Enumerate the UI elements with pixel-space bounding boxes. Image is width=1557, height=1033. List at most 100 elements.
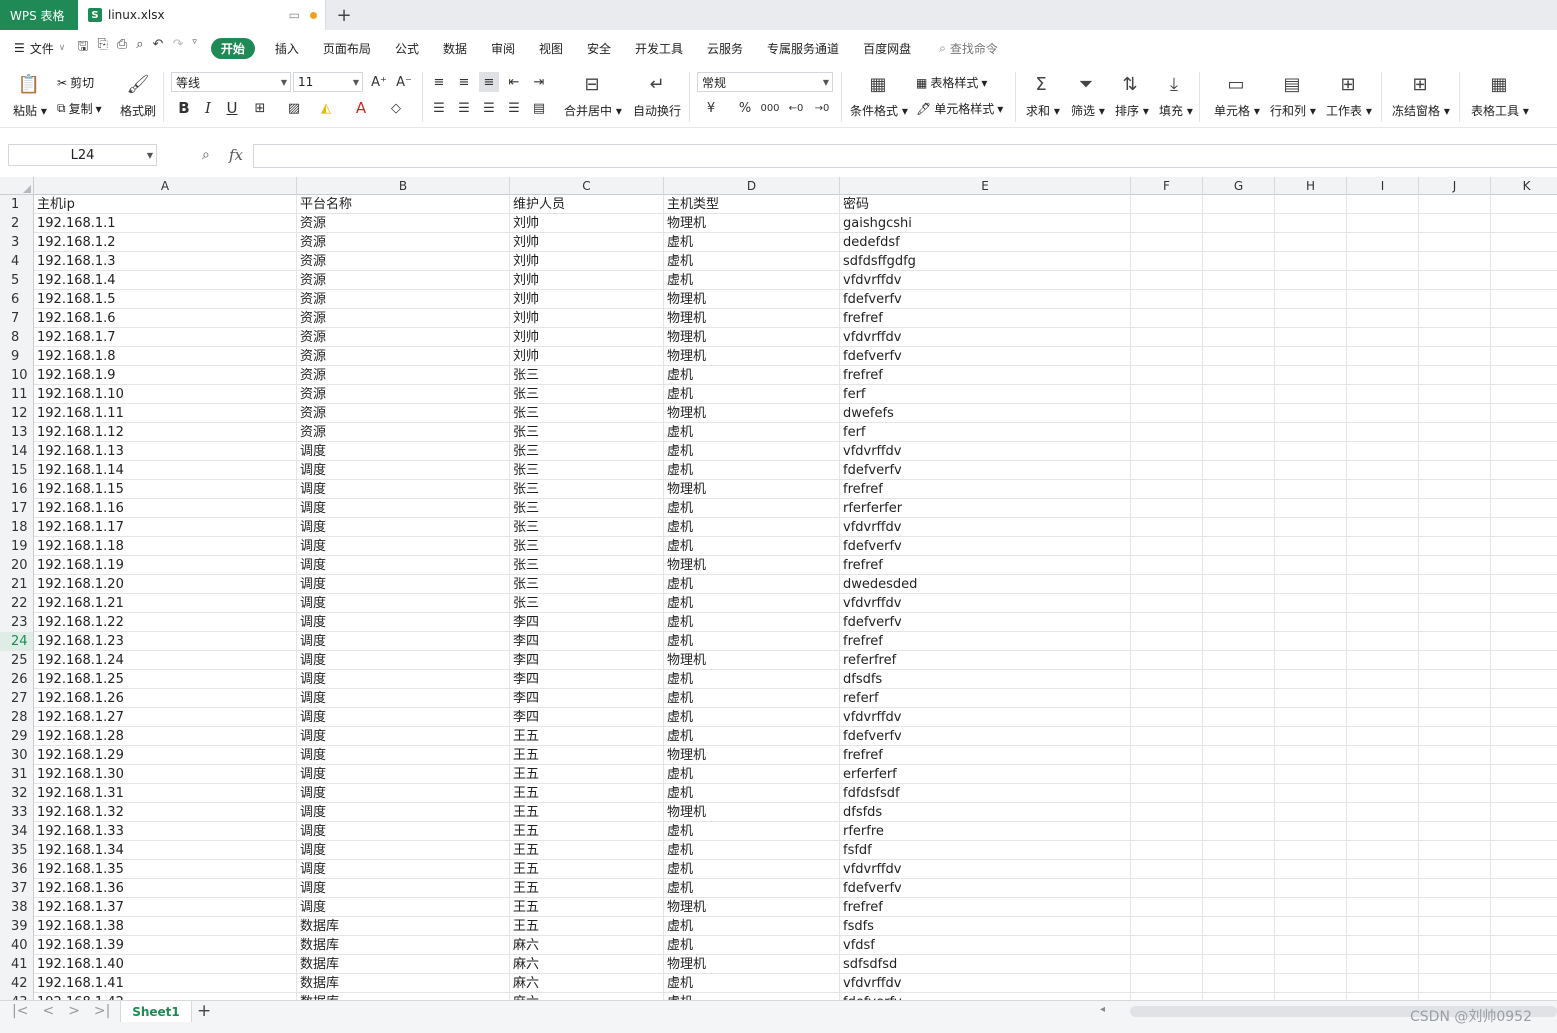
freeze-panes-icon[interactable]: ⊞: [1408, 72, 1432, 96]
column-header[interactable]: F: [1131, 177, 1203, 195]
cell-F33[interactable]: [1131, 803, 1203, 822]
cell-G30[interactable]: [1203, 746, 1275, 765]
cell-A29[interactable]: 192.168.1.28: [34, 727, 297, 746]
merge-center-icon[interactable]: ⊟: [580, 72, 604, 96]
cell-G38[interactable]: [1203, 898, 1275, 917]
format-painter-button[interactable]: 格式刷: [120, 102, 156, 119]
cell-A5[interactable]: 192.168.1.4: [34, 271, 297, 290]
cell-J10[interactable]: [1419, 366, 1491, 385]
cell-I41[interactable]: [1347, 955, 1419, 974]
cell-J20[interactable]: [1419, 556, 1491, 575]
cell-K20[interactable]: [1491, 556, 1557, 575]
cell-A14[interactable]: 192.168.1.13: [34, 442, 297, 461]
cell-C43[interactable]: 麻六: [510, 993, 664, 1000]
cell-A42[interactable]: 192.168.1.41: [34, 974, 297, 993]
row-header[interactable]: 27: [0, 689, 34, 708]
cell-B12[interactable]: 资源: [297, 404, 510, 423]
cell-K35[interactable]: [1491, 841, 1557, 860]
cell-E37[interactable]: fdefverfv: [840, 879, 1131, 898]
row-header[interactable]: 3: [0, 233, 34, 252]
cell-H33[interactable]: [1275, 803, 1347, 822]
cell-C20[interactable]: 张三: [510, 556, 664, 575]
cell-B27[interactable]: 调度: [297, 689, 510, 708]
decrease-indent-icon[interactable]: ⇤: [504, 72, 524, 92]
undo-icon[interactable]: ↶: [153, 37, 164, 59]
cell-H11[interactable]: [1275, 385, 1347, 404]
cell-J7[interactable]: [1419, 309, 1491, 328]
cell-E24[interactable]: frefref: [840, 632, 1131, 651]
menu-tab-home[interactable]: 开始: [210, 37, 255, 59]
row-header[interactable]: 17: [0, 499, 34, 518]
column-header[interactable]: I: [1347, 177, 1419, 195]
cell-J2[interactable]: [1419, 214, 1491, 233]
cell-K15[interactable]: [1491, 461, 1557, 480]
cell-D14[interactable]: 虚机: [664, 442, 840, 461]
cell-J1[interactable]: [1419, 195, 1491, 214]
cell-J12[interactable]: [1419, 404, 1491, 423]
cell-C17[interactable]: 张三: [510, 499, 664, 518]
sum-button[interactable]: 求和 ▾: [1026, 102, 1060, 119]
cell-C42[interactable]: 麻六: [510, 974, 664, 993]
cell-F16[interactable]: [1131, 480, 1203, 499]
fill-color-icon[interactable]: ◭: [316, 98, 336, 118]
cell-C32[interactable]: 王五: [510, 784, 664, 803]
cell-E7[interactable]: frefref: [840, 309, 1131, 328]
cell-J32[interactable]: [1419, 784, 1491, 803]
cell-D5[interactable]: 虚机: [664, 271, 840, 290]
cell-A39[interactable]: 192.168.1.38: [34, 917, 297, 936]
clear-format-icon[interactable]: ◇: [386, 98, 406, 118]
cell-A2[interactable]: 192.168.1.1: [34, 214, 297, 233]
cell-B14[interactable]: 调度: [297, 442, 510, 461]
cell-C18[interactable]: 张三: [510, 518, 664, 537]
cell-A35[interactable]: 192.168.1.34: [34, 841, 297, 860]
cell-H23[interactable]: [1275, 613, 1347, 632]
font-size-select[interactable]: 11 ▼: [293, 72, 363, 92]
cell-G43[interactable]: [1203, 993, 1275, 1000]
cell-F24[interactable]: [1131, 632, 1203, 651]
format-painter-icon[interactable]: 🖌: [126, 72, 150, 96]
save-icon[interactable]: 🖫: [77, 37, 88, 59]
cell-I31[interactable]: [1347, 765, 1419, 784]
cell-B39[interactable]: 数据库: [297, 917, 510, 936]
cell-K21[interactable]: [1491, 575, 1557, 594]
row-header[interactable]: 33: [0, 803, 34, 822]
cell-B29[interactable]: 调度: [297, 727, 510, 746]
column-header[interactable]: E: [840, 177, 1131, 195]
cell-K36[interactable]: [1491, 860, 1557, 879]
cell-I15[interactable]: [1347, 461, 1419, 480]
cell-I37[interactable]: [1347, 879, 1419, 898]
cell-E2[interactable]: gaishgcshi: [840, 214, 1131, 233]
sort-button[interactable]: 排序 ▾: [1115, 102, 1149, 119]
cell-D39[interactable]: 虚机: [664, 917, 840, 936]
cell-B21[interactable]: 调度: [297, 575, 510, 594]
cell-A9[interactable]: 192.168.1.8: [34, 347, 297, 366]
cell-H41[interactable]: [1275, 955, 1347, 974]
cell-D34[interactable]: 虚机: [664, 822, 840, 841]
cell-C31[interactable]: 王五: [510, 765, 664, 784]
cell-I16[interactable]: [1347, 480, 1419, 499]
select-all-corner[interactable]: [0, 177, 34, 195]
cell-H6[interactable]: [1275, 290, 1347, 309]
cell-B3[interactable]: 资源: [297, 233, 510, 252]
conditional-format-button[interactable]: 条件格式 ▾: [850, 102, 908, 119]
unsaved-dot-icon[interactable]: [310, 11, 317, 19]
menu-tab-insert[interactable]: 插入: [263, 40, 311, 57]
cell-button[interactable]: 单元格 ▾: [1214, 102, 1260, 119]
cell-I20[interactable]: [1347, 556, 1419, 575]
cell-G39[interactable]: [1203, 917, 1275, 936]
cell-style-button[interactable]: 🖋 单元格样式 ▾: [916, 100, 1003, 117]
cell-J36[interactable]: [1419, 860, 1491, 879]
cell-B20[interactable]: 调度: [297, 556, 510, 575]
cell-H19[interactable]: [1275, 537, 1347, 556]
cell-J43[interactable]: [1419, 993, 1491, 1000]
cell-D10[interactable]: 虚机: [664, 366, 840, 385]
cell-J42[interactable]: [1419, 974, 1491, 993]
cell-I29[interactable]: [1347, 727, 1419, 746]
cell-H1[interactable]: [1275, 195, 1347, 214]
distributed-icon[interactable]: ▤: [529, 98, 549, 118]
cell-D12[interactable]: 物理机: [664, 404, 840, 423]
cell-D40[interactable]: 虚机: [664, 936, 840, 955]
row-header[interactable]: 13: [0, 423, 34, 442]
cell-K31[interactable]: [1491, 765, 1557, 784]
cell-F42[interactable]: [1131, 974, 1203, 993]
